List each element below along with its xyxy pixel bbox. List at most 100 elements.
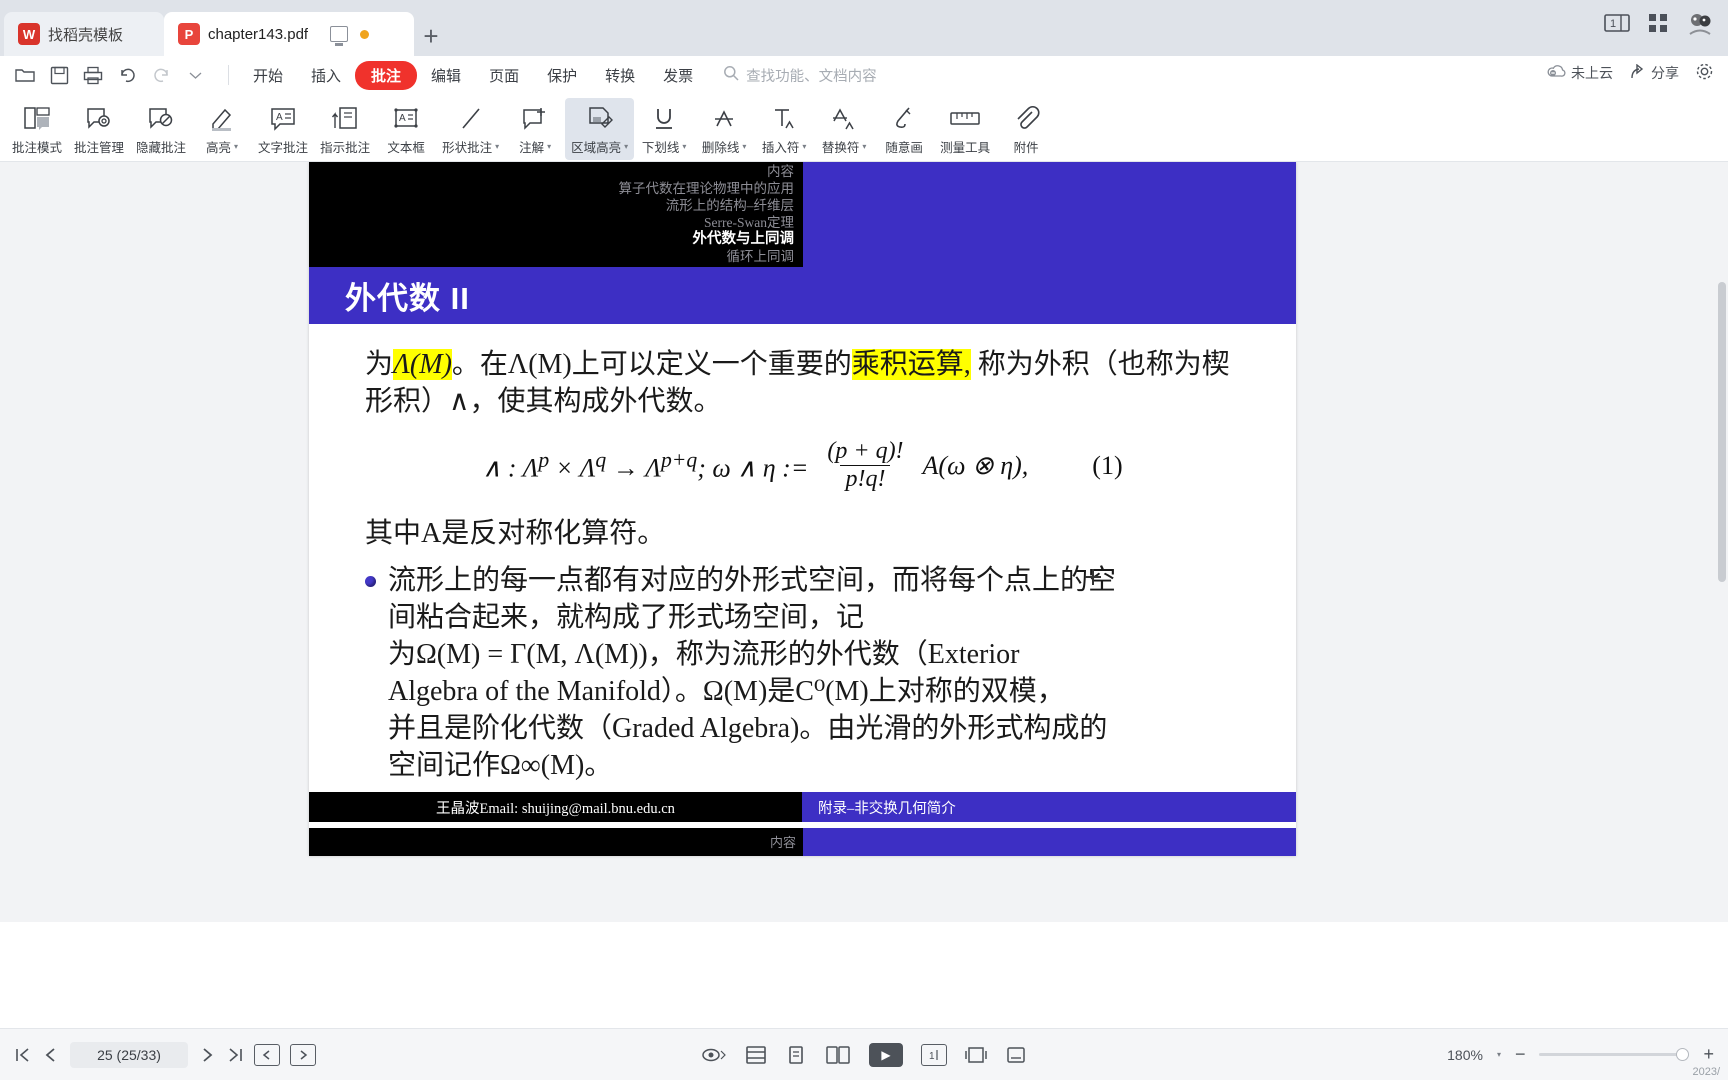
zoom-out-button[interactable]: −	[1515, 1044, 1526, 1065]
prev-page-icon[interactable]	[42, 1046, 60, 1064]
menu-bar: 开始 插入 批注 编辑 页面 保护 转换 发票 查找功能、文档内容 未上云 分享	[0, 56, 1728, 94]
one-page-mode-icon[interactable]: 1	[921, 1043, 947, 1066]
next-page-icon[interactable]	[198, 1046, 216, 1064]
zoom-slider[interactable]	[1539, 1048, 1690, 1061]
menu-item-convert[interactable]: 转换	[591, 61, 649, 90]
dual-page-icon[interactable]	[825, 1045, 851, 1065]
menu-item-protect[interactable]: 保护	[533, 61, 591, 90]
ribbon-area-highlight[interactable]: 区域高亮 ▾	[565, 98, 635, 160]
bullet-line-6: 空间记作Ω∞(M)。	[388, 750, 613, 781]
page-indicator[interactable]: 25 (25/33)	[70, 1041, 188, 1068]
single-page-view-icon[interactable]: 1	[1604, 13, 1630, 33]
chevron-down-icon[interactable]: ▾	[862, 142, 866, 151]
zoom-in-button[interactable]: +	[1703, 1044, 1714, 1065]
share-icon	[1629, 63, 1646, 83]
unsaved-dot-icon	[360, 29, 370, 39]
ribbon-label: 批注模式	[12, 141, 63, 155]
tab-label: chapter143.pdf	[208, 25, 309, 43]
ribbon-note[interactable]: 注解 ▾	[505, 98, 565, 160]
tab-bar: W 找稻壳模板 P chapter143.pdf + 1	[0, 0, 1728, 56]
chevron-down-icon[interactable]: ▾	[495, 142, 499, 151]
ribbon-strikethrough[interactable]: 删除线 ▾	[694, 98, 754, 160]
ribbon-measure-tool[interactable]: 测量工具	[934, 98, 996, 160]
cloud-status-button[interactable]: 未上云	[1547, 63, 1613, 83]
new-tab-button[interactable]: +	[414, 16, 448, 56]
menu-item-edit[interactable]: 编辑	[417, 61, 475, 90]
ribbon-highlight[interactable]: 高亮 ▾	[192, 98, 252, 160]
search-icon	[723, 65, 739, 85]
ribbon-comment-mode[interactable]: 批注模式	[6, 98, 68, 160]
paragraph-2: 其中A是反对称化算符。	[365, 518, 666, 549]
para1-part-c: 。在Λ(M)上可以定义一个重要的	[451, 349, 852, 380]
chevron-down-icon[interactable]: ▾	[1497, 1050, 1501, 1059]
chevron-down-icon[interactable]: ▾	[682, 142, 686, 151]
ribbon-callout-comment[interactable]: 指示批注	[314, 98, 376, 160]
zoom-slider-knob[interactable]	[1676, 1048, 1690, 1061]
menu-item-comment[interactable]: 批注	[355, 60, 418, 90]
chevron-down-icon[interactable]: ▾	[802, 142, 806, 151]
tab-chapter143-pdf[interactable]: P chapter143.pdf	[164, 12, 414, 56]
chevron-down-icon[interactable]: ▾	[234, 142, 238, 151]
measure-tool-icon	[948, 102, 982, 136]
zoom-level-label[interactable]: 180%	[1447, 1047, 1483, 1063]
pdf-page: 内容 算子代数在理论物理中的应用 流形上的结构–纤维层 Serre-Swan定理…	[309, 162, 1296, 856]
ribbon-comment-manage[interactable]: 批注管理	[68, 98, 130, 160]
customize-caret-icon[interactable]	[180, 61, 210, 89]
reflow-icon[interactable]	[1005, 1045, 1027, 1065]
ribbon-freehand-draw[interactable]: 随意画	[874, 98, 934, 160]
scrollbar-thumb[interactable]	[1718, 282, 1726, 582]
ribbon-textbox[interactable]: A 文本框	[376, 98, 436, 160]
formula-1: ∧ : Λp × Λq → Λp+q; ω ∧ η := (p + q)! p!…	[365, 438, 1240, 493]
single-page-icon[interactable]	[785, 1045, 807, 1065]
eye-protection-icon[interactable]	[701, 1046, 727, 1064]
ribbon-replace-caret[interactable]: 替换符 ▾	[814, 98, 874, 160]
search-input[interactable]: 查找功能、文档内容	[723, 65, 877, 86]
tab-label: 找稻壳模板	[48, 26, 124, 44]
undo-icon[interactable]	[112, 61, 142, 89]
slideshow-play-icon[interactable]: ▶	[869, 1042, 903, 1067]
menu-item-invoice[interactable]: 发票	[649, 61, 707, 90]
ribbon-label: 文本框	[387, 141, 425, 155]
open-icon[interactable]	[10, 61, 40, 89]
next-view-icon[interactable]	[290, 1043, 316, 1066]
ribbon-text-comment[interactable]: A 文字批注	[252, 98, 314, 160]
menu-item-page[interactable]: 页面	[475, 61, 533, 90]
last-page-icon[interactable]	[226, 1046, 244, 1064]
share-button[interactable]: 分享	[1629, 63, 1679, 83]
tab-template-store[interactable]: W 找稻壳模板	[4, 12, 164, 56]
document-viewport[interactable]: 内容 算子代数在理论物理中的应用 流形上的结构–纤维层 Serre-Swan定理…	[0, 162, 1728, 922]
prev-view-icon[interactable]	[254, 1043, 280, 1066]
save-icon[interactable]	[44, 61, 74, 89]
first-page-icon[interactable]	[14, 1046, 32, 1064]
ribbon-insert-caret[interactable]: 插入符 ▾	[754, 98, 814, 160]
ribbon-underline[interactable]: 下划线 ▾	[634, 98, 694, 160]
menu-item-start[interactable]: 开始	[239, 61, 297, 90]
redo-icon[interactable]	[146, 61, 176, 89]
avatar-icon[interactable]	[1686, 10, 1714, 36]
grid-view-icon[interactable]	[1648, 13, 1668, 33]
ribbon-label: 附件	[1013, 141, 1039, 155]
chevron-down-icon[interactable]: ▾	[547, 142, 551, 151]
ribbon-hide-comment[interactable]: 隐藏批注	[130, 98, 192, 160]
fit-page-icon[interactable]	[745, 1045, 767, 1065]
bullet-item: 流形上的每一点都有对应的外形式空间，而将每个点上的空 间粘合起来，就构成了形式场…	[365, 562, 1240, 784]
chevron-down-icon[interactable]: ▾	[624, 142, 628, 151]
ribbon-label: 替换符 ▾	[821, 141, 867, 155]
vertical-scrollbar[interactable]	[1716, 162, 1728, 922]
ribbon-label: 删除线 ▾	[701, 141, 747, 155]
slide-footer-section: 附录–非交换几何简介	[802, 792, 1296, 822]
ribbon-shape-comment[interactable]: 形状批注 ▾	[436, 98, 505, 160]
svg-text:1: 1	[1610, 18, 1616, 30]
gear-icon[interactable]	[1695, 62, 1714, 84]
nav-item: 流形上的结构–纤维层	[665, 198, 794, 213]
ribbon-attachment[interactable]: 附件	[996, 98, 1056, 160]
fit-width-icon[interactable]	[965, 1045, 987, 1065]
present-monitor-icon[interactable]	[330, 26, 349, 46]
ribbon-label: 注解 ▾	[519, 141, 552, 155]
pdf-file-icon: P	[178, 23, 200, 45]
menu-item-insert[interactable]: 插入	[297, 61, 355, 90]
print-icon[interactable]	[78, 61, 108, 89]
attachment-icon	[1011, 102, 1041, 136]
chevron-down-icon[interactable]: ▾	[742, 142, 746, 151]
para1-highlight-lambda-m: Λ(M)	[393, 349, 452, 380]
